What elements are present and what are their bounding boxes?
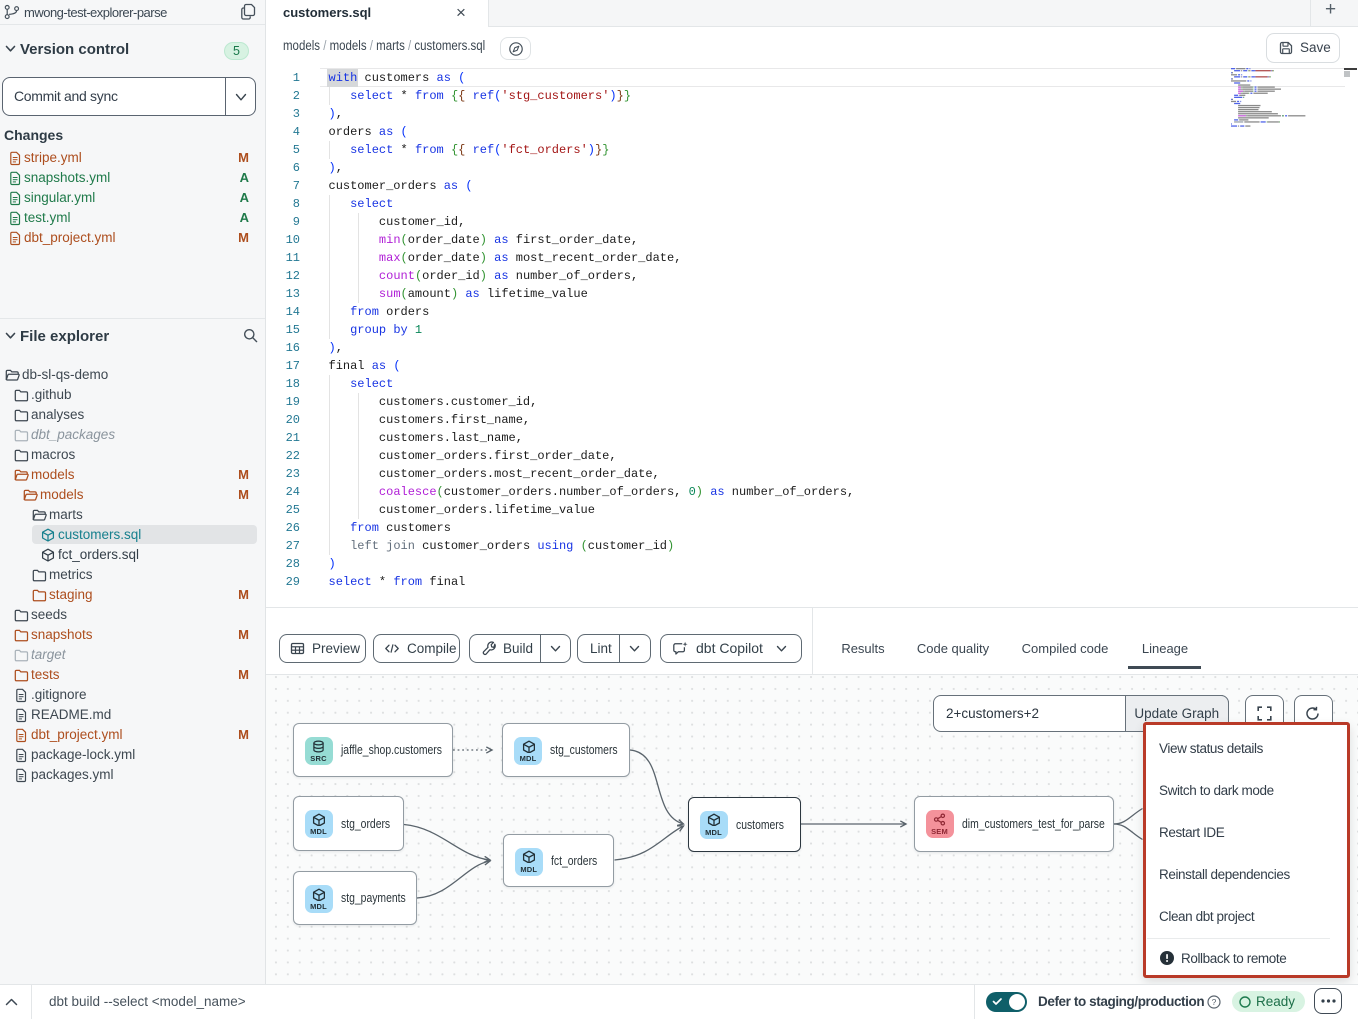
svg-text:?: ? [1212,997,1217,1007]
